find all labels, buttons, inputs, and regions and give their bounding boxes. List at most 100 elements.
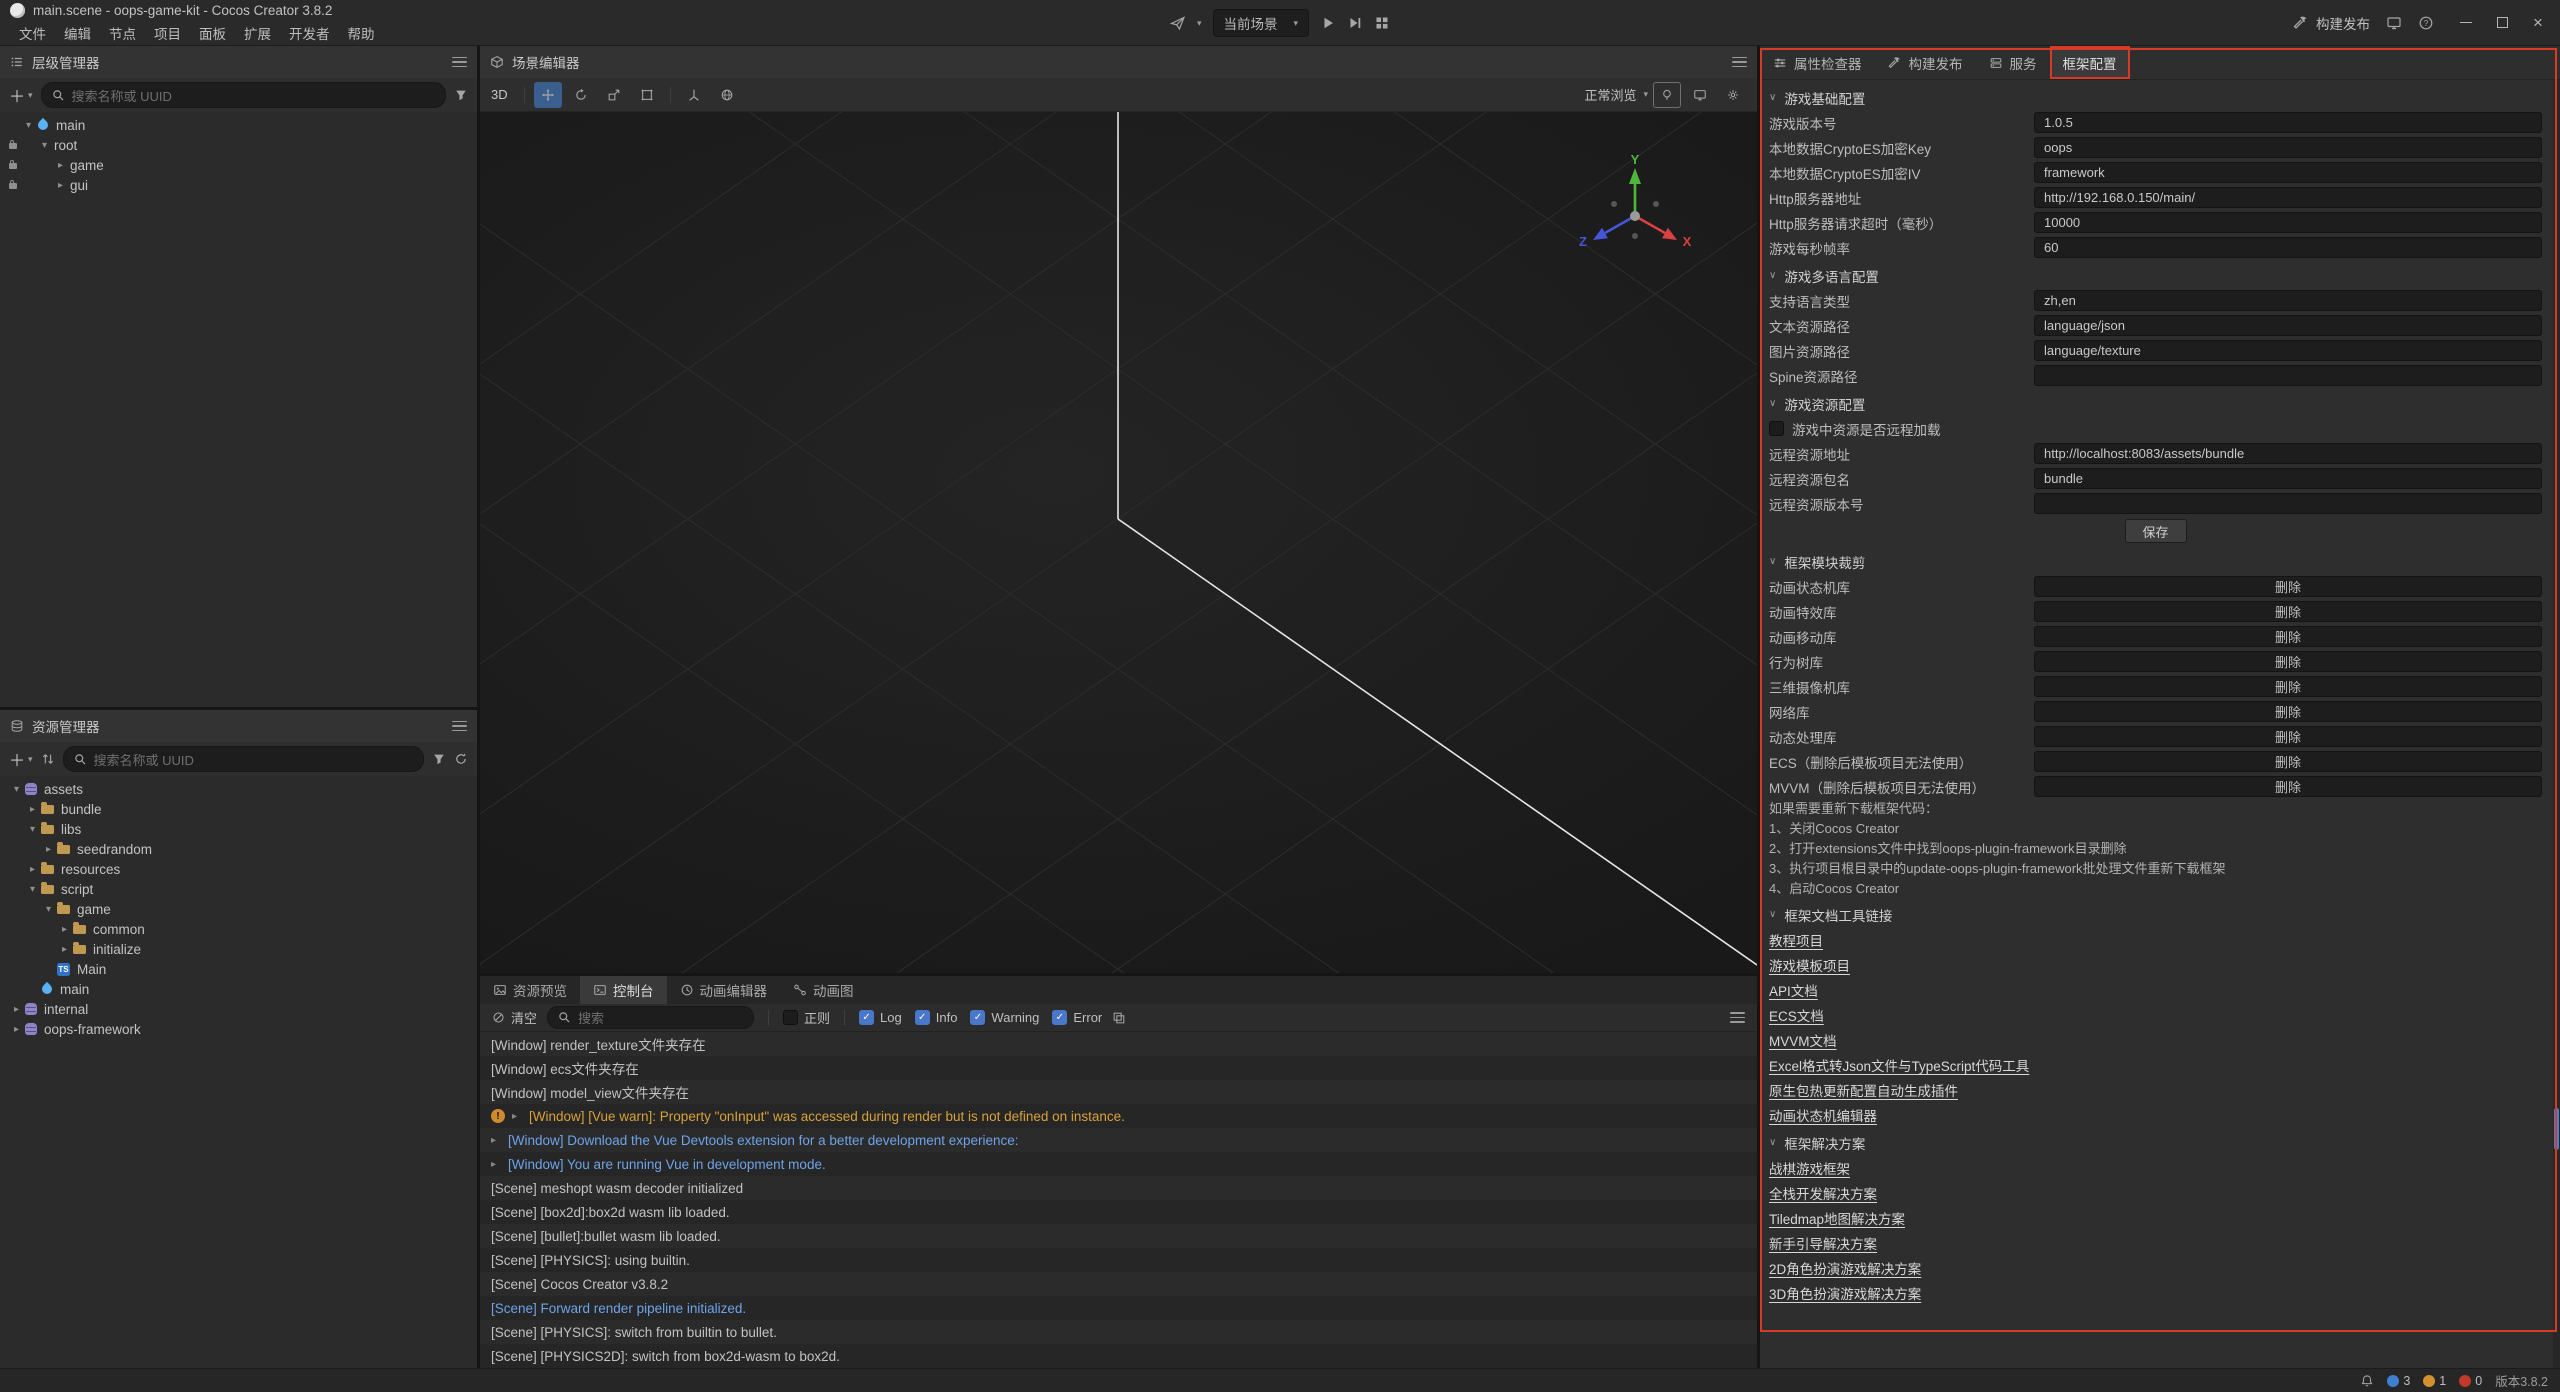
link-api-doc[interactable]: API文档 — [1769, 980, 1818, 1000]
sort-icon[interactable] — [41, 752, 55, 766]
panel-menu-icon[interactable] — [452, 57, 467, 68]
maximize-button[interactable] — [2494, 15, 2510, 31]
close-button[interactable]: × — [2530, 15, 2546, 31]
rotate-tool-button[interactable] — [567, 82, 595, 108]
input-game-version[interactable]: 1.0.5 — [2034, 112, 2542, 133]
link-rpg-2d[interactable]: 2D角色扮演游戏解决方案 — [1769, 1258, 1921, 1278]
console-log-row[interactable]: [Scene] [PHYSICS]: using builtin. — [480, 1248, 1757, 1272]
link-war-chess[interactable]: 战棋游戏框架 — [1769, 1158, 1850, 1178]
panel-menu-icon[interactable] — [452, 721, 467, 732]
filter-log[interactable]: ✓Log — [859, 1010, 902, 1025]
checkbox-warning[interactable]: ✓ — [970, 1010, 985, 1025]
input-http-timeout[interactable]: 10000 — [2034, 212, 2542, 233]
chevron-right-icon[interactable]: ▸ — [25, 864, 40, 875]
chevron-right-icon[interactable]: ▸ — [57, 924, 72, 935]
assets-search-input[interactable]: 搜索名称或 UUID — [63, 746, 424, 772]
filter-icon[interactable] — [432, 752, 446, 766]
console-log-row[interactable]: [Window] model_view文件夹存在 — [480, 1080, 1757, 1104]
console-log-row[interactable]: ▸[Window] Download the Vue Devtools exte… — [480, 1128, 1757, 1152]
delete-button-network[interactable]: 删除 — [2263, 702, 2313, 721]
tree-item-internal[interactable]: ▸internal — [0, 999, 477, 1019]
tree-item-libs[interactable]: ▾libs — [0, 819, 477, 839]
tab-asset-preview[interactable]: 资源预览 — [480, 976, 580, 1004]
help-icon[interactable]: ? — [2418, 15, 2434, 31]
chevron-right-icon[interactable]: ▸ — [53, 160, 68, 171]
hierarchy-search-input[interactable]: 搜索名称或 UUID — [41, 82, 446, 108]
console-log-row[interactable]: [Scene] [bullet]:bullet wasm lib loaded. — [480, 1224, 1757, 1248]
chevron-right-icon[interactable]: ▸ — [25, 804, 40, 815]
chevron-right-icon[interactable]: ▸ — [41, 844, 56, 855]
delete-button-camera[interactable]: 删除 — [2263, 677, 2313, 696]
link-hot-update[interactable]: 原生包热更新配置自动生成插件 — [1769, 1080, 1958, 1100]
console-log-row[interactable]: [Scene] [box2d]:box2d wasm lib loaded. — [480, 1200, 1757, 1224]
tree-item-assets[interactable]: ▾assets — [0, 779, 477, 799]
info-count[interactable]: 3 — [2387, 1374, 2410, 1388]
input-http-server[interactable]: http://192.168.0.150/main/ — [2034, 187, 2542, 208]
checkbox-info[interactable]: ✓ — [915, 1010, 930, 1025]
link-animator-editor[interactable]: 动画状态机编辑器 — [1769, 1105, 1877, 1125]
delete-button-animator[interactable]: 删除 — [2263, 577, 2313, 596]
checkbox-log[interactable]: ✓ — [859, 1010, 874, 1025]
tree-item-main[interactable]: ▾main — [0, 115, 477, 135]
menu-item[interactable]: 扩展 — [235, 21, 280, 45]
play-button[interactable] — [1320, 15, 1336, 31]
console-log-row[interactable]: [Window] ecs文件夹存在 — [480, 1056, 1757, 1080]
pivot-toggle-button[interactable] — [680, 82, 708, 108]
checkbox-error[interactable]: ✓ — [1052, 1010, 1067, 1025]
tree-item-resources[interactable]: ▸resources — [0, 859, 477, 879]
tab-services[interactable]: 服务 — [1976, 46, 2050, 79]
delete-button-behavior-tree[interactable]: 删除 — [2263, 652, 2313, 671]
console-log-row[interactable]: [Scene] Forward render pipeline initiali… — [480, 1296, 1757, 1320]
panel-menu-icon[interactable] — [1732, 57, 1747, 68]
input-spine-path[interactable] — [2034, 365, 2542, 386]
minimize-button[interactable] — [2458, 15, 2474, 31]
warning-count[interactable]: 1 — [2423, 1374, 2446, 1388]
link-template[interactable]: 游戏模板项目 — [1769, 955, 1850, 975]
tree-item-gui[interactable]: ▸gui — [0, 175, 477, 195]
input-crypto-iv[interactable]: framework — [2034, 162, 2542, 183]
input-fps[interactable]: 60 — [2034, 237, 2542, 258]
axis-gizmo[interactable]: Y X Z — [1575, 154, 1705, 274]
expand-caret-icon[interactable]: ▸ — [512, 1111, 522, 1122]
chevron-right-icon[interactable]: ▸ — [9, 1004, 24, 1015]
tree-item-bundle[interactable]: ▸bundle — [0, 799, 477, 819]
link-fullstack[interactable]: 全栈开发解决方案 — [1769, 1183, 1877, 1203]
tree-item-game[interactable]: ▸game — [0, 155, 477, 175]
section-header-solutions[interactable]: ∨框架解决方案 — [1769, 1130, 2542, 1155]
chevron-down-icon[interactable]: ▾ — [25, 884, 40, 895]
scene-light-toggle[interactable] — [1653, 82, 1681, 108]
link-ecs-doc[interactable]: ECS文档 — [1769, 1005, 1824, 1025]
tree-item-script[interactable]: ▾script — [0, 879, 477, 899]
tab-inspector[interactable]: 属性检查器 — [1760, 46, 1875, 79]
menu-item[interactable]: 编辑 — [55, 21, 100, 45]
filter-info[interactable]: ✓Info — [915, 1010, 958, 1025]
scene-settings-button[interactable] — [1719, 82, 1747, 108]
input-remote-url[interactable]: http://localhost:8083/assets/bundle — [2034, 443, 2542, 464]
chevron-down-icon[interactable]: ▾ — [1197, 19, 1202, 28]
chevron-down-icon[interactable]: ▾ — [9, 784, 24, 795]
tree-item-root[interactable]: ▾root — [0, 135, 477, 155]
coordinate-toggle-button[interactable] — [713, 82, 741, 108]
link-mvvm-doc[interactable]: MVVM文档 — [1769, 1030, 1837, 1050]
chevron-right-icon[interactable]: ▸ — [57, 944, 72, 955]
tab-console[interactable]: 控制台 — [580, 976, 667, 1004]
tab-animation-editor[interactable]: 动画编辑器 — [667, 976, 781, 1004]
link-tiledmap[interactable]: Tiledmap地图解决方案 — [1769, 1208, 1905, 1228]
console-log-row[interactable]: [Scene] meshopt wasm decoder initialized — [480, 1176, 1757, 1200]
filter-warning[interactable]: ✓Warning — [970, 1010, 1039, 1025]
section-header-game-res[interactable]: ∨游戏资源配置 — [1769, 391, 2542, 416]
menu-item[interactable]: 节点 — [100, 21, 145, 45]
delete-button-ecs[interactable]: 删除 — [2263, 752, 2313, 771]
tree-item-common[interactable]: ▸common — [0, 919, 477, 939]
tab-build[interactable]: 构建发布 — [1875, 46, 1976, 79]
input-languages[interactable]: zh,en — [2034, 290, 2542, 311]
link-excel-tool[interactable]: Excel格式转Json文件与TypeScript代码工具 — [1769, 1055, 2029, 1075]
section-header-modules[interactable]: ∨框架模块裁剪 — [1769, 549, 2542, 574]
menu-item[interactable]: 面板 — [190, 21, 235, 45]
create-asset-button[interactable]: ＋▾ — [9, 747, 33, 771]
section-header-game-basic[interactable]: ∨游戏基础配置 — [1769, 85, 2542, 110]
chevron-right-icon[interactable]: ▸ — [53, 180, 68, 191]
tab-animation-graph[interactable]: 动画图 — [780, 976, 867, 1004]
console-log-row[interactable]: [Scene] Cocos Creator v3.8.2 — [480, 1272, 1757, 1296]
scrollbar-thumb[interactable] — [2554, 1108, 2559, 1150]
